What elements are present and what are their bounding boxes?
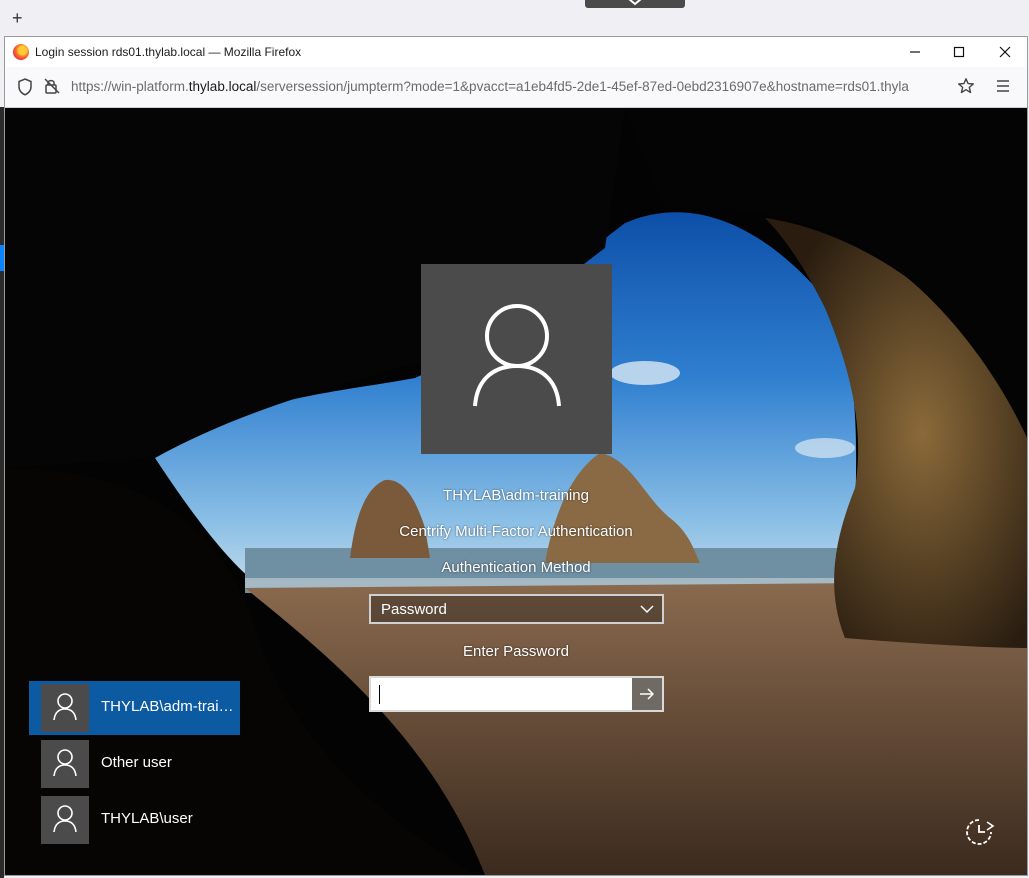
chevron-down-icon <box>628 0 642 6</box>
close-icon <box>999 46 1011 58</box>
minimize-button[interactable] <box>892 37 938 67</box>
user-avatar-small <box>41 740 89 788</box>
auth-method-label: Authentication Method <box>441 559 591 576</box>
plus-icon[interactable]: + <box>12 8 23 28</box>
shield-icon[interactable] <box>17 78 33 96</box>
user-icon <box>53 693 77 721</box>
maximize-icon <box>953 46 965 58</box>
minimize-icon <box>910 51 920 53</box>
user-list-item-name: THYLAB\user <box>101 810 193 827</box>
maximize-button[interactable] <box>936 37 982 67</box>
auth-method-selected: Password <box>381 601 447 618</box>
user-list-item[interactable]: THYLAB\user <box>29 793 240 847</box>
user-list-item-name: Other user <box>101 754 172 771</box>
url-prefix: https://win-platform. <box>71 79 189 94</box>
outer-tab-strip: + <box>0 0 1029 36</box>
outer-toolbar-toggle[interactable] <box>585 0 685 8</box>
chevron-down-icon <box>640 605 654 614</box>
login-username: THYLAB\adm-training <box>443 487 589 504</box>
password-label: Enter Password <box>463 643 569 660</box>
url-path: /serversession/jumpterm?mode=1&pvacct=a1… <box>256 79 909 94</box>
window-title: Login session rds01.thylab.local — Mozil… <box>35 45 302 59</box>
user-list-item-name: THYLAB\adm-training <box>101 698 236 715</box>
title-bar: Login session rds01.thylab.local — Mozil… <box>5 37 1027 67</box>
submit-button[interactable] <box>632 676 664 712</box>
auth-method-dropdown[interactable]: Password <box>369 594 664 624</box>
text-cursor <box>379 685 380 704</box>
user-list-item[interactable]: Other user <box>29 737 240 791</box>
firefox-window: Login session rds01.thylab.local — Mozil… <box>4 36 1028 876</box>
arrow-right-icon <box>640 688 655 700</box>
firefox-logo-icon <box>13 44 29 60</box>
url-host: thylab.local <box>188 79 257 94</box>
user-icon <box>473 304 561 407</box>
user-avatar-small <box>41 796 89 844</box>
mfa-provider-label: Centrify Multi-Factor Authentication <box>399 523 633 540</box>
user-icon <box>53 805 77 833</box>
user-avatar <box>421 264 612 454</box>
star-icon[interactable] <box>957 77 975 95</box>
user-avatar-small <box>41 684 89 732</box>
url-bar: https://win-platform.thylab.local/server… <box>5 67 1027 108</box>
remote-session-screen[interactable]: THYLAB\adm-training Centrify Multi-Facto… <box>5 108 1027 875</box>
url-field[interactable]: https://win-platform.thylab.local/server… <box>71 79 953 94</box>
password-field[interactable] <box>369 676 632 712</box>
user-list-item[interactable]: THYLAB\adm-training <box>29 681 240 735</box>
lock-icon[interactable] <box>43 77 61 95</box>
menu-icon[interactable] <box>995 78 1011 94</box>
close-button[interactable] <box>982 37 1028 67</box>
user-icon <box>53 749 77 777</box>
ease-of-access-icon[interactable] <box>963 816 997 846</box>
